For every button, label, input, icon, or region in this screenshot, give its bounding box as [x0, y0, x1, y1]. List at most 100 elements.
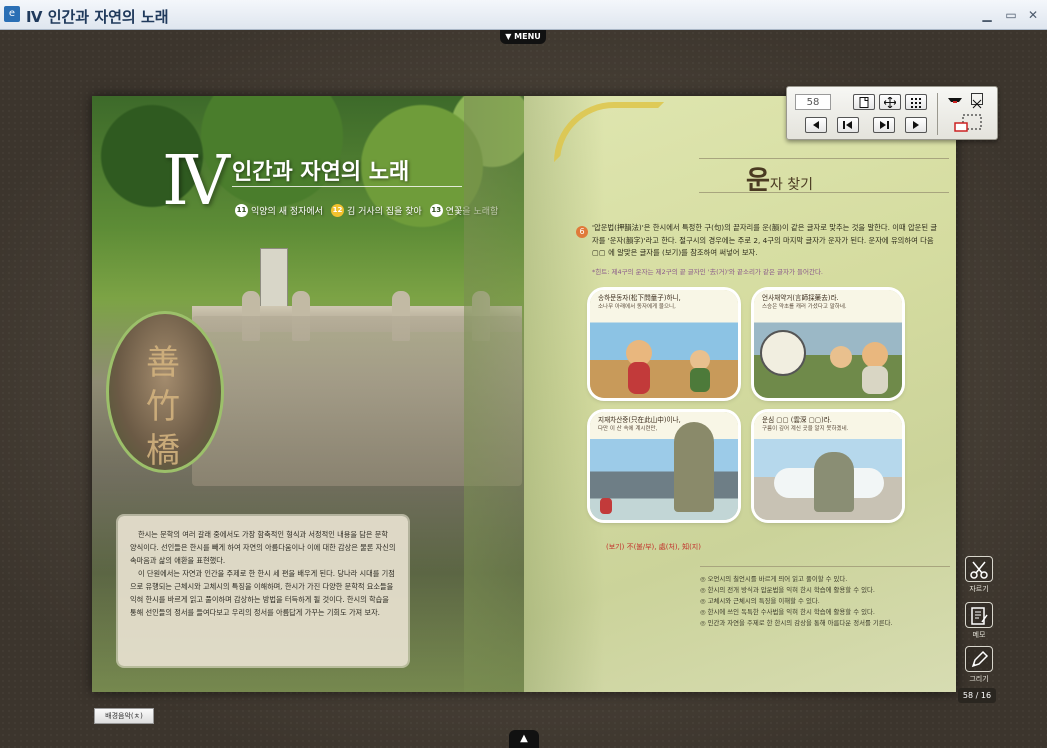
intro-text-box: 한시는 문학의 여러 갈래 중에서도 가장 함축적인 형식과 서정적인 내용을 … [118, 516, 408, 666]
last-page-button[interactable] [873, 117, 895, 133]
crop-tool-box [965, 556, 993, 582]
maximize-button[interactable]: ▭ [1004, 8, 1018, 22]
panel-translation: 다만 이 산 속에 계시련만, [598, 426, 658, 432]
prev-page-button[interactable] [805, 117, 827, 133]
left-page: 善竹橋 Ⅳ 인간과 자연의 노래 11 익양의 새 정자에서 12 김 거사의 … [92, 96, 524, 692]
trees-background [92, 96, 524, 306]
unit-number: Ⅳ [162, 142, 230, 221]
panel-caption-text: 송하문동자(松下問童子)하니, [598, 294, 681, 302]
section-divider [699, 192, 949, 193]
close-button[interactable]: ✕ [1026, 8, 1040, 22]
move-icon [884, 97, 896, 108]
fit-page-button[interactable] [879, 94, 901, 110]
right-page: 운자 찾기 6 '압운법(押韻法)'은 한시에서 특정한 구(句)의 끝자리를 … [464, 96, 956, 692]
unit-title: 인간과 자연의 노래 [232, 160, 410, 185]
bookmark-icon [948, 98, 962, 103]
draw-tool-box [965, 646, 993, 672]
answer-options: (보기) 不(불/부), 處(처), 知(지) [606, 543, 701, 551]
first-page-button[interactable] [837, 117, 859, 133]
lesson-list: 11 익양의 새 정자에서 12 김 거사의 집을 찾아 13 연꽃을 노래함 [235, 204, 498, 217]
section-divider [699, 158, 949, 159]
skip-end-icon [880, 121, 889, 129]
objective-item: ◎ 고체시와 근체시의 특징을 이해할 수 있다. [700, 597, 820, 605]
signpost-image [260, 248, 288, 308]
objective-item: ◎ 한시에 쓰인 독특한 수사법을 익혀 한시 학습에 활용할 수 있다. [700, 608, 875, 616]
panel-caption: 송하문동자(松下問童子)하니, 소나무 아래에서 동자에게 물으니, [598, 294, 730, 312]
section-title-text: 자 찾기 [769, 177, 814, 193]
panel-caption: 언사채약거(言師採藥去)라. 스승은 약초를 캐러 가셨다고 말하네. [762, 294, 894, 312]
scholar-robe [628, 362, 650, 394]
question-text: '압운법(押韻法)'은 한시에서 특정한 구(句)의 끝자리를 운(韻)이 같은… [592, 223, 938, 257]
panel-translation: 스승은 약초를 캐러 가셨다고 말하네. [762, 304, 847, 310]
lesson-link-11[interactable]: 11 익양의 새 정자에서 [235, 204, 323, 217]
objective-item: ◎ 오언시의 칠언시를 바르게 띄어 읽고 풀이할 수 있다. [700, 575, 848, 583]
skip-start-icon [843, 121, 852, 129]
lesson-title: 익양의 새 정자에서 [251, 207, 323, 217]
triangle-right-icon [913, 121, 919, 129]
page-number-input[interactable] [795, 94, 831, 110]
close-navigator-button[interactable] [971, 93, 983, 109]
learning-objectives: ◎ 오언시의 칠언시를 바르게 띄어 읽고 풀이할 수 있다. ◎ 한시의 전개… [700, 574, 950, 629]
lesson-number-badge: 12 [330, 204, 344, 217]
panel-caption: 운심 ▢▢ (雲深 ▢▢)라. 구름이 깊어 계신 곳을 알지 못하겠네. [762, 416, 894, 434]
child-figure [690, 350, 710, 370]
lesson-title: 김 거사의 집을 찾아 [346, 207, 422, 217]
page-counter: 58 / 16 [958, 688, 996, 703]
memo-icon [971, 607, 988, 625]
page-icon [859, 97, 869, 108]
panel-translation: 구름이 깊어 계신 곳을 알지 못하겠네. [762, 426, 849, 432]
minimize-button[interactable]: ▁ [980, 8, 994, 22]
zoom-area-icon [954, 114, 982, 132]
single-page-view-button[interactable] [853, 94, 875, 110]
intro-paragraph: 이 단원에서는 자연과 인간을 주제로 한 한시 세 편을 배우게 된다. 당나… [130, 569, 395, 617]
bottom-panel-toggle[interactable]: ▲ [509, 730, 539, 748]
child-figure [830, 346, 852, 368]
panel-caption: 지재차산중(只在此山中)이나, 다만 이 산 속에 계시련만, [598, 416, 730, 434]
bookmark-button[interactable] [947, 93, 963, 105]
lesson-number-badge: 11 [235, 204, 248, 217]
next-page-button[interactable] [905, 117, 927, 133]
crop-tool[interactable]: 자르기 [964, 556, 994, 594]
decorative-swirl [554, 102, 664, 162]
lesson-link-12[interactable]: 12 김 거사의 집을 찾아 [330, 204, 422, 217]
panel-translation: 소나무 아래에서 동자에게 물으니, [598, 304, 676, 310]
objective-item: ◎ 인간과 자연을 주제로 한 한시의 감상을 통해 아름다운 정서를 기른다. [700, 619, 893, 627]
window-titlebar: e Ⅳ 인간과 자연의 노래 ▁ ▭ ✕ [0, 0, 1047, 30]
scissors-icon [970, 561, 988, 579]
area-zoom-button[interactable] [953, 113, 983, 133]
thought-bubble [760, 330, 806, 376]
pen-icon [971, 650, 989, 668]
objectives-divider [700, 566, 950, 567]
book-spread: 善竹橋 Ⅳ 인간과 자연의 노래 11 익양의 새 정자에서 12 김 거사의 … [92, 96, 956, 692]
objective-item: ◎ 한시의 전개 방식과 압운법을 익혀 한시 학습에 활용할 수 있다. [700, 586, 875, 594]
draw-tool[interactable]: 그리기 [964, 646, 994, 684]
hint-text: *힌트: 제4구의 운자는 제2구의 끝 글자인 '去(거)'와 끝소리가 같은… [592, 268, 823, 276]
window-title: Ⅳ 인간과 자연의 노래 [26, 8, 169, 26]
comic-panel: 송하문동자(松下問童子)하니, 소나무 아래에서 동자에게 물으니, [590, 290, 738, 398]
lesson-number-badge: 13 [429, 204, 443, 217]
triangle-left-icon [813, 121, 819, 129]
question-number-badge: 6 [576, 226, 588, 238]
memo-tool-box [965, 602, 993, 628]
comic-panel: 지재차산중(只在此山中)이나, 다만 이 산 속에 계시련만, [590, 412, 738, 520]
panel-caption-text: 언사채약거(言師採藥去)라. [762, 294, 839, 302]
app-icon: e [4, 6, 20, 22]
crop-tool-label: 자르기 [969, 585, 989, 593]
memo-tool[interactable]: 메모 [964, 602, 994, 640]
thumbnails-button[interactable] [905, 94, 927, 110]
grid-icon [911, 98, 921, 108]
draw-tool-label: 그리기 [969, 675, 989, 683]
page-navigator [786, 86, 998, 140]
background-music-button[interactable]: 배경음악(ㅊ) [94, 708, 154, 724]
child-clothes [690, 368, 710, 392]
comic-panel: 운심 ▢▢ (雲深 ▢▢)라. 구름이 깊어 계신 곳을 알지 못하겠네. [754, 412, 902, 520]
mountain-peak [674, 422, 714, 512]
scholar-robe [862, 366, 888, 394]
memo-tool-label: 메모 [972, 631, 986, 639]
scholar-figure [862, 342, 888, 368]
menu-toggle-button[interactable]: ▼ MENU [500, 30, 546, 44]
scholar-figure [600, 498, 612, 514]
intro-paragraph: 한시는 문학의 여러 갈래 중에서도 가장 함축적인 형식과 서정적인 내용을 … [130, 530, 396, 565]
mountain-peak [814, 452, 854, 512]
unit-title-underline [232, 186, 462, 187]
